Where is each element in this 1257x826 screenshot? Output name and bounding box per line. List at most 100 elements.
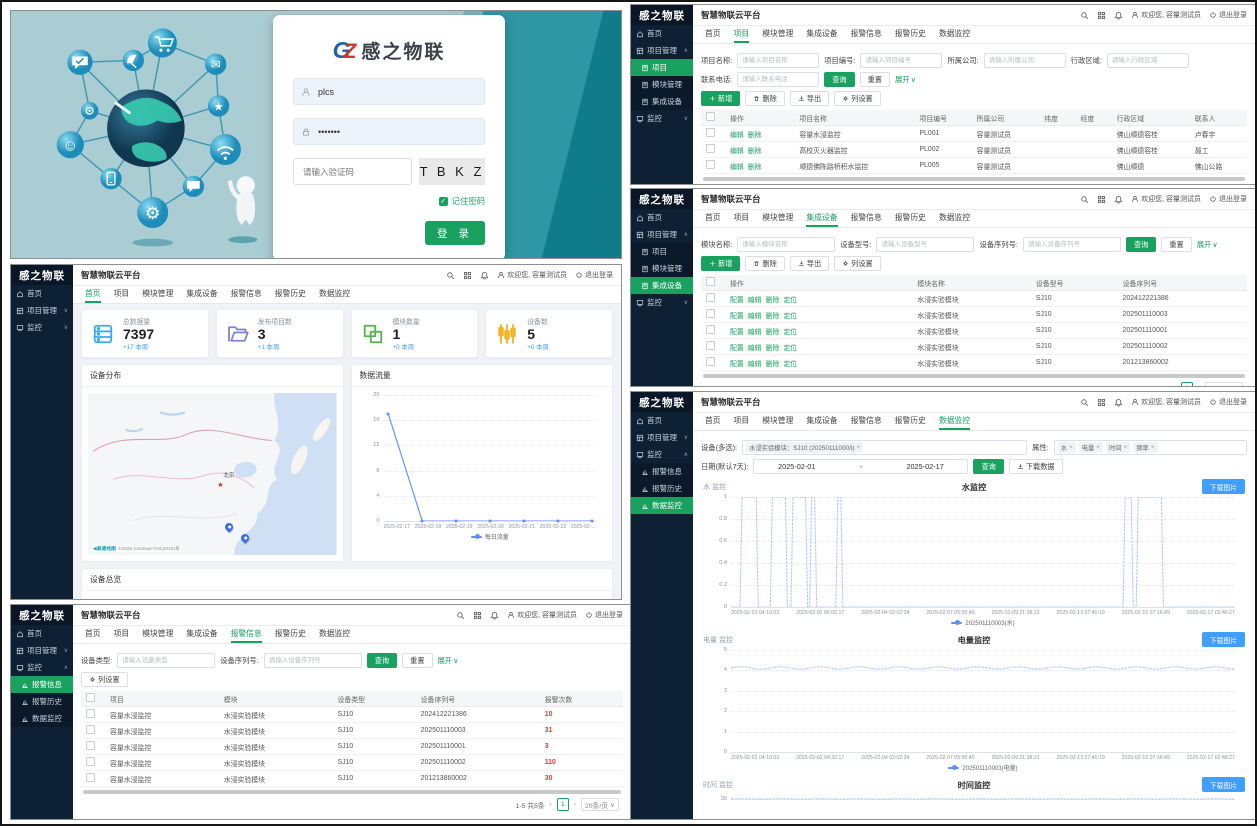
sidebar-item-首页[interactable]: 首页 <box>631 412 693 429</box>
row-action-编辑[interactable]: 编辑 <box>748 361 762 368</box>
sidebar-item-项目管理[interactable]: 项目管理∨ <box>11 302 73 319</box>
expand-link[interactable]: 展开 ∨ <box>895 75 916 85</box>
row-action-删除[interactable]: 删除 <box>766 361 780 368</box>
download-image-button[interactable]: 下载图片 <box>1202 632 1245 647</box>
filter-input-0[interactable] <box>117 653 215 668</box>
username-field[interactable] <box>293 78 485 105</box>
row-checkbox[interactable] <box>706 357 715 366</box>
page-size-select[interactable]: 10条/页∨ <box>1205 382 1243 386</box>
sidebar-item-首页[interactable]: 首页 <box>631 25 693 42</box>
sidebar-item-项目管理[interactable]: 项目管理∧ <box>631 42 693 59</box>
column-settings-button[interactable]: 列设置 <box>834 256 881 271</box>
apps-icon[interactable] <box>1097 398 1106 407</box>
row-checkbox[interactable] <box>706 325 715 334</box>
export-button[interactable]: 导出 <box>790 256 829 271</box>
password-field[interactable] <box>293 118 485 145</box>
filter-input-2[interactable] <box>984 53 1066 68</box>
tab-报警历史[interactable]: 报警历史 <box>895 26 926 43</box>
column-settings-button[interactable]: 列设置 <box>834 91 881 106</box>
row-action-删除[interactable]: 删除 <box>766 345 780 352</box>
next-page-button[interactable]: › <box>574 801 576 808</box>
remove-tag-icon[interactable]: × <box>1069 444 1073 451</box>
search-icon[interactable] <box>1080 195 1089 204</box>
select-all-checkbox[interactable] <box>86 693 95 702</box>
search-icon[interactable] <box>446 271 455 280</box>
row-action-删除[interactable]: 删除 <box>766 329 780 336</box>
tab-项目[interactable]: 项目 <box>114 286 130 303</box>
sidebar-item-报警信息[interactable]: 报警信息 <box>11 676 73 693</box>
current-page[interactable]: 1 <box>557 798 569 811</box>
search-button[interactable]: 查询 <box>367 653 397 668</box>
search-icon[interactable] <box>1080 11 1089 20</box>
row-action-编辑[interactable]: 编辑 <box>730 132 744 139</box>
filter-input-0[interactable] <box>737 237 835 252</box>
tab-首页[interactable]: 首页 <box>705 413 721 430</box>
bell-icon[interactable] <box>490 611 499 620</box>
horizontal-scrollbar[interactable] <box>83 790 621 794</box>
sidebar-item-集成设备[interactable]: 集成设备 <box>631 277 693 294</box>
sidebar-item-首页[interactable]: 首页 <box>11 625 73 642</box>
apps-icon[interactable] <box>1097 11 1106 20</box>
prev-page-button[interactable]: ‹ <box>1174 385 1176 386</box>
sidebar-item-报警历史[interactable]: 报警历史 <box>11 693 73 710</box>
row-action-定位[interactable]: 定位 <box>783 297 797 304</box>
row-action-编辑[interactable]: 编辑 <box>748 345 762 352</box>
row-checkbox[interactable] <box>86 757 95 766</box>
filter-input-1[interactable] <box>860 53 942 68</box>
remember-checkbox[interactable]: ✓ <box>439 197 448 206</box>
next-page-button[interactable]: › <box>1198 385 1200 386</box>
sidebar-item-监控[interactable]: 监控∨ <box>631 294 693 311</box>
logout-button[interactable]: 退出登录 <box>1209 194 1247 204</box>
row-action-编辑[interactable]: 编辑 <box>730 164 744 171</box>
apps-icon[interactable] <box>473 611 482 620</box>
row-action-编辑[interactable]: 编辑 <box>748 329 762 336</box>
filter-input-2[interactable] <box>1023 237 1121 252</box>
tab-数据监控[interactable]: 数据监控 <box>319 626 350 643</box>
tab-报警信息[interactable]: 报警信息 <box>851 26 882 43</box>
tab-数据监控[interactable]: 数据监控 <box>939 26 970 43</box>
bell-icon[interactable] <box>480 271 489 280</box>
tab-集成设备[interactable]: 集成设备 <box>186 286 217 303</box>
row-action-配置[interactable]: 配置 <box>730 313 744 320</box>
export-button[interactable]: 导出 <box>790 91 829 106</box>
row-action-配置[interactable]: 配置 <box>730 345 744 352</box>
remove-tag-icon[interactable]: × <box>1151 444 1155 451</box>
sidebar-item-报警历史[interactable]: 报警历史 <box>631 480 693 497</box>
sidebar-item-项目管理[interactable]: 项目管理∨ <box>11 642 73 659</box>
remove-tag-icon[interactable]: × <box>1096 444 1100 451</box>
download-data-button[interactable]: 下载数据 <box>1009 459 1063 474</box>
remove-tag-icon[interactable]: × <box>1124 444 1128 451</box>
password-input[interactable] <box>316 126 477 138</box>
beijing-marker-icon[interactable]: ★ <box>217 482 223 489</box>
page-size-select[interactable]: 20条/页∨ <box>581 798 619 811</box>
device-multiselect[interactable]: 水浸实验模块：SJ10 (202501110003)× <box>742 440 1027 455</box>
tab-报警历史[interactable]: 报警历史 <box>895 413 926 430</box>
row-action-定位[interactable]: 定位 <box>783 313 797 320</box>
prev-page-button[interactable]: ‹ <box>550 801 552 808</box>
captcha-image[interactable]: T B K Z <box>419 158 485 185</box>
select-all-checkbox[interactable] <box>706 112 715 121</box>
sidebar-item-项目管理[interactable]: 项目管理∧ <box>631 226 693 243</box>
tab-项目[interactable]: 项目 <box>734 413 750 430</box>
tab-项目[interactable]: 项目 <box>114 626 130 643</box>
sidebar-item-模块管理[interactable]: 模块管理 <box>631 76 693 93</box>
sidebar-item-模块管理[interactable]: 模块管理 <box>631 260 693 277</box>
horizontal-scrollbar[interactable] <box>703 177 1245 181</box>
filter-input-3[interactable] <box>1107 53 1189 68</box>
row-action-编辑[interactable]: 编辑 <box>748 297 762 304</box>
filter-input-1[interactable] <box>876 237 974 252</box>
tab-模块管理[interactable]: 模块管理 <box>142 626 173 643</box>
row-action-删除[interactable]: 删除 <box>748 164 762 171</box>
row-checkbox[interactable] <box>706 128 715 137</box>
tab-报警信息[interactable]: 报警信息 <box>231 626 262 643</box>
captcha-input[interactable] <box>301 166 404 178</box>
tab-首页[interactable]: 首页 <box>705 210 721 227</box>
horizontal-scrollbar[interactable] <box>703 374 1245 378</box>
search-button[interactable]: 查询 <box>973 459 1003 474</box>
row-action-配置[interactable]: 配置 <box>730 297 744 304</box>
delete-button[interactable]: 删除 <box>745 91 784 106</box>
sidebar-item-首页[interactable]: 首页 <box>11 285 73 302</box>
sidebar-item-项目[interactable]: 项目 <box>631 243 693 260</box>
login-button[interactable]: 登 录 <box>425 221 485 245</box>
row-checkbox[interactable] <box>86 725 95 734</box>
